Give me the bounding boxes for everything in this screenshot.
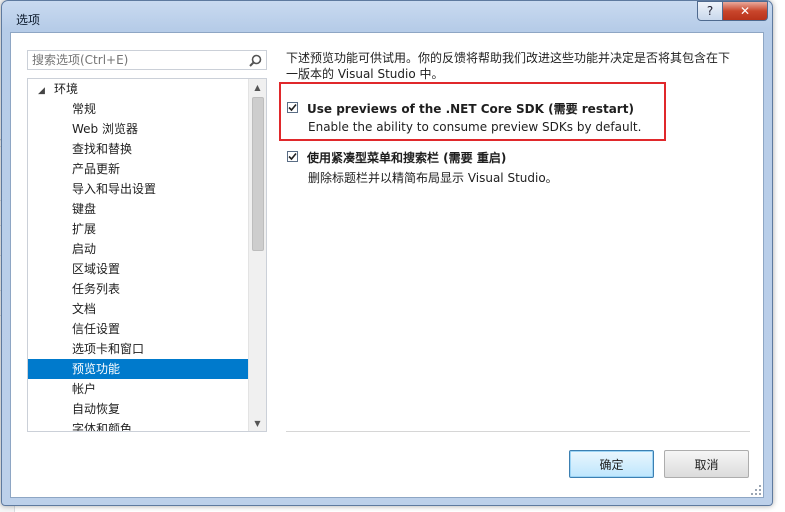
tree-item-product-updates[interactable]: 产品更新	[28, 159, 250, 179]
tree-list: ◢ 环境 常规 Web 浏览器 查找和替换 产品更新 导入和导出设置 键盘 扩展 …	[28, 79, 250, 431]
compact-menu-label[interactable]: 使用紧凑型菜单和搜索栏 (需要 重启)	[307, 149, 506, 166]
tree-item-task-list[interactable]: 任务列表	[28, 279, 250, 299]
tree-item-preview-features[interactable]: 预览功能	[28, 359, 250, 379]
tree-item-accounts[interactable]: 帐户	[28, 379, 250, 399]
intro-line-2: 一版本的 Visual Studio 中。	[286, 67, 444, 81]
ok-button[interactable]: 确定	[569, 450, 654, 478]
caption-buttons: ? ✕	[697, 1, 768, 21]
tree-item-trust-settings[interactable]: 信任设置	[28, 319, 250, 339]
dialog-title: 选项	[16, 13, 41, 27]
search-input[interactable]	[32, 52, 242, 68]
tree-item-environment[interactable]: ◢ 环境	[28, 79, 250, 99]
tree-item-web-browser[interactable]: Web 浏览器	[28, 119, 250, 139]
button-separator	[286, 431, 750, 432]
tree-item-autorecover[interactable]: 自动恢复	[28, 399, 250, 419]
tree-item-fonts-colors[interactable]: 字体和颜色	[28, 419, 250, 431]
search-box[interactable]	[27, 50, 267, 70]
intro-line-1: 下述预览功能可供试用。你的反馈将帮助我们改进这些功能并决定是否将其包含在下	[286, 51, 731, 65]
close-button[interactable]: ✕	[723, 1, 768, 21]
dotnet-preview-checkbox[interactable]	[287, 102, 298, 113]
checkmark-icon	[288, 152, 297, 161]
tree-item-label: 环境	[54, 82, 79, 96]
scroll-thumb[interactable]	[252, 97, 264, 251]
tree-scrollbar[interactable]: ▲ ▼	[248, 79, 266, 431]
checkmark-icon	[288, 103, 297, 112]
dotnet-preview-description: Enable the ability to consume preview SD…	[308, 120, 642, 134]
tree-item-startup[interactable]: 启动	[28, 239, 250, 259]
dotnet-preview-label[interactable]: Use previews of the .NET Core SDK (需要 re…	[307, 100, 634, 117]
tree-item-general[interactable]: 常规	[28, 99, 250, 119]
tree-item-extensions[interactable]: 扩展	[28, 219, 250, 239]
tree-item-keyboard[interactable]: 键盘	[28, 199, 250, 219]
tree-item-documents[interactable]: 文档	[28, 299, 250, 319]
options-dialog: 选项 ? ✕ ◢环境 常规 Web 浏览器 查找和替换 产品更新 导入和导出设置…	[1, 0, 773, 506]
intro-text: 下述预览功能可供试用。你的反馈将帮助我们改进这些功能并决定是否将其包含在下 一版…	[286, 50, 756, 82]
tree-item-regional-settings[interactable]: 区域设置	[28, 259, 250, 279]
resize-grip-icon[interactable]	[751, 485, 761, 495]
compact-menu-checkbox[interactable]	[287, 151, 298, 162]
tree-item-find-replace[interactable]: 查找和替换	[28, 139, 250, 159]
compact-menu-description: 删除标题栏并以精简布局显示 Visual Studio。	[308, 171, 558, 185]
tree-item-import-export[interactable]: 导入和导出设置	[28, 179, 250, 199]
tree-item-tabs-windows[interactable]: 选项卡和窗口	[28, 339, 250, 359]
scroll-down-arrow-icon[interactable]: ▼	[249, 415, 266, 431]
options-tree: ◢ 环境 常规 Web 浏览器 查找和替换 产品更新 导入和导出设置 键盘 扩展 …	[27, 78, 267, 432]
collapse-arrow-icon[interactable]: ◢	[38, 81, 54, 99]
cancel-button[interactable]: 取消	[664, 450, 749, 478]
help-button[interactable]: ?	[697, 1, 723, 21]
search-icon[interactable]	[249, 54, 262, 67]
dialog-client-area: ◢环境 常规 Web 浏览器 查找和替换 产品更新 导入和导出设置 键盘 扩展 …	[10, 32, 764, 498]
scroll-up-arrow-icon[interactable]: ▲	[249, 79, 266, 95]
